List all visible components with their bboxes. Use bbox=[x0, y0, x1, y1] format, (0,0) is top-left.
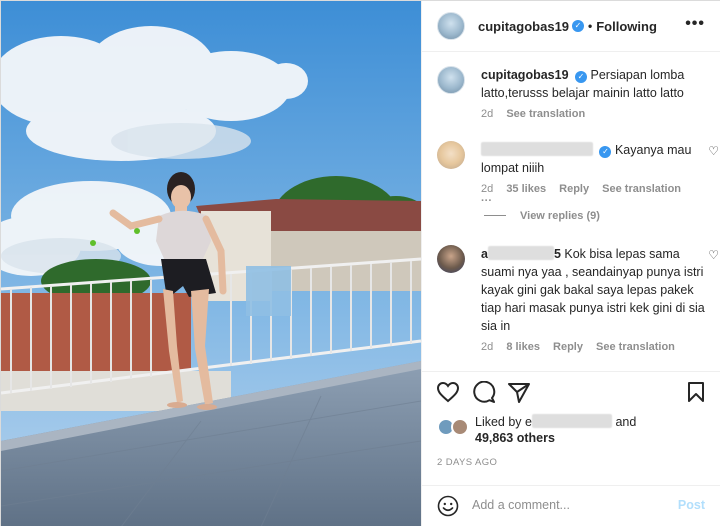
comment-like-heart-icon[interactable]: ♡ bbox=[708, 144, 719, 158]
redacted-username bbox=[487, 246, 554, 260]
header-username[interactable]: cupitagobas19 bbox=[478, 19, 569, 34]
add-comment-input[interactable]: Add a comment... bbox=[472, 498, 570, 512]
avatar[interactable] bbox=[437, 12, 465, 40]
likes-text: Liked by e and 49,863 others bbox=[475, 414, 636, 446]
liked-by-label: Liked by e bbox=[475, 415, 532, 429]
add-comment-bar: Add a comment... Post bbox=[422, 485, 720, 526]
post-photo[interactable] bbox=[1, 1, 421, 526]
avatar[interactable] bbox=[437, 66, 465, 94]
see-translation-link[interactable]: See translation bbox=[596, 341, 675, 353]
view-replies-label: View replies (9) bbox=[520, 210, 600, 222]
post-window: cupitagobas19 ✓ • Following ••• cupitago… bbox=[0, 0, 720, 526]
verified-badge-icon: ✓ bbox=[575, 71, 588, 83]
verified-badge-icon: ✓ bbox=[572, 20, 585, 32]
caption-body: cupitagobas19 ✓ Persiapan lomba latto,te… bbox=[481, 66, 707, 102]
comment-meta: 2d 8 likes Reply See translation bbox=[481, 341, 707, 353]
caption: cupitagobas19 ✓ Persiapan lomba latto,te… bbox=[437, 66, 707, 120]
comment-item: ✓ Kayanya mau lompat niiih 2d 35 likes R… bbox=[437, 141, 719, 207]
following-button[interactable]: Following bbox=[596, 19, 657, 34]
replies-divider bbox=[484, 215, 506, 216]
post-header: cupitagobas19 ✓ • Following ••• bbox=[422, 1, 720, 52]
comment-like-heart-icon[interactable]: ♡ bbox=[708, 248, 719, 262]
post-actions-bar bbox=[422, 371, 720, 411]
smiley-icon[interactable] bbox=[437, 495, 459, 517]
bookmark-icon[interactable] bbox=[685, 381, 707, 403]
comment-age: 2d bbox=[481, 183, 494, 195]
redacted-username bbox=[481, 142, 593, 156]
verified-badge-icon: ✓ bbox=[599, 146, 612, 158]
likes-count[interactable]: 49,863 others bbox=[475, 431, 555, 445]
reply-button[interactable]: Reply bbox=[559, 183, 589, 195]
post-image bbox=[1, 1, 421, 526]
comment-body: ✓ Kayanya mau lompat niiih bbox=[481, 141, 707, 177]
comment-meta: 2d 35 likes Reply See translation ··· bbox=[481, 183, 707, 207]
comment-body: a5 Kok bisa lepas sama suami nya yaa , s… bbox=[481, 245, 707, 335]
comment-username-suffix[interactable]: 5 bbox=[554, 247, 561, 261]
comments-list[interactable]: cupitagobas19 ✓ Persiapan lomba latto,te… bbox=[422, 53, 720, 371]
likes-and: and bbox=[615, 415, 637, 429]
post-comment-button[interactable]: Post bbox=[678, 498, 705, 512]
comment-likes[interactable]: 8 likes bbox=[506, 341, 540, 353]
reply-button[interactable]: Reply bbox=[553, 341, 583, 353]
redacted-username bbox=[531, 414, 612, 428]
comment-username-prefix[interactable]: a bbox=[481, 247, 488, 261]
separator-dot: • bbox=[588, 19, 593, 33]
comment-icon[interactable] bbox=[472, 381, 496, 403]
share-icon[interactable] bbox=[507, 381, 531, 403]
comment-age: 2d bbox=[481, 341, 494, 353]
avatar[interactable] bbox=[451, 418, 469, 436]
comment-likes[interactable]: 35 likes bbox=[506, 183, 546, 195]
caption-username[interactable]: cupitagobas19 bbox=[481, 68, 569, 82]
avatar[interactable] bbox=[437, 245, 465, 273]
view-replies-button[interactable]: View replies (9) bbox=[484, 210, 600, 222]
post-date[interactable]: 2 DAYS AGO bbox=[437, 457, 497, 468]
more-options-icon[interactable]: ••• bbox=[685, 15, 705, 33]
see-translation-link[interactable]: See translation bbox=[602, 183, 681, 195]
liker-avatars bbox=[437, 418, 471, 436]
caption-age: 2d bbox=[481, 108, 494, 120]
likes-summary: Liked by e and 49,863 others bbox=[437, 414, 636, 446]
see-translation-link[interactable]: See translation bbox=[506, 108, 585, 120]
post-side-panel: cupitagobas19 ✓ • Following ••• cupitago… bbox=[421, 1, 720, 526]
heart-icon[interactable] bbox=[436, 381, 460, 403]
comment-more-icon[interactable]: ··· bbox=[481, 195, 492, 207]
comment-item: a5 Kok bisa lepas sama suami nya yaa , s… bbox=[437, 245, 719, 353]
avatar[interactable] bbox=[437, 141, 465, 169]
caption-meta: 2d See translation bbox=[481, 108, 707, 120]
